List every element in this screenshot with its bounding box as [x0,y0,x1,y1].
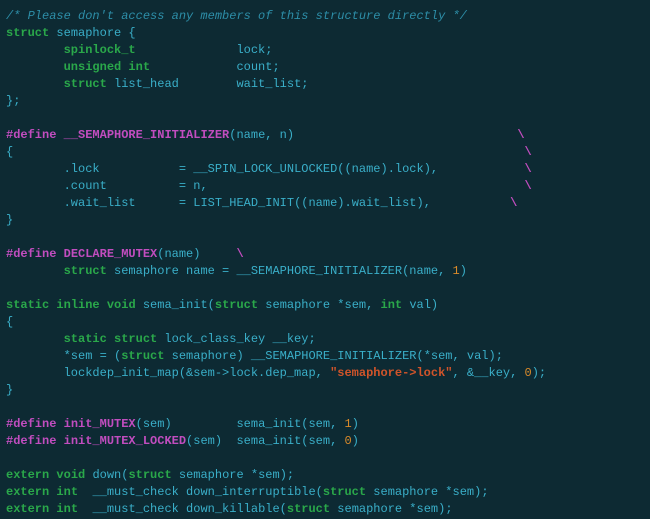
keyword-struct: struct [128,468,171,482]
brace: } [6,213,13,227]
punct: ) [460,264,467,278]
punct: ( [208,298,215,312]
punct: ; [272,60,279,74]
string: "semaphore->lock" [330,366,452,380]
identifier: semaphore [56,26,121,40]
keyword-struct: struct [323,485,366,499]
text: , &__key, [452,366,524,380]
args: (sem) [136,417,172,431]
field: wait_list [236,77,301,91]
text: down( [92,468,128,482]
number: 0 [345,434,352,448]
text: semaphore *sem); [330,502,452,516]
keyword-struct: struct [6,26,49,40]
brace: { [6,145,13,159]
keyword-struct: struct [64,264,107,278]
type: unsigned int [64,60,150,74]
args: (name, [402,264,452,278]
brace: } [6,383,13,397]
macro-call: LIST_HEAD_INIT [193,196,294,210]
keyword: static struct [64,332,158,346]
keyword: static [6,298,49,312]
text: semaphore *sem); [172,468,294,482]
value: n, [193,179,207,193]
text: semaphore name = [114,264,236,278]
keyword: int [56,485,78,499]
macro-call: __SEMAPHORE_INITIALIZER [236,264,402,278]
text: *sem = ( [64,349,122,363]
keyword: extern [6,468,49,482]
text: __must_check down_killable( [92,502,286,516]
punct: ) [352,434,359,448]
keyword-struct: struct [215,298,258,312]
type: spinlock_t [64,43,136,57]
text: semaphore *sem, [258,298,380,312]
type: list_head [114,77,179,91]
text: sema_init(sem, [236,417,344,431]
text: val) [402,298,438,312]
member: .count [64,179,107,193]
punct: ) [352,417,359,431]
text: semaphore *sem); [366,485,488,499]
number: 1 [345,417,352,431]
line-continuation: \ [525,162,532,176]
function-name: sema_init [143,298,208,312]
eq: = [179,196,186,210]
field: count [236,60,272,74]
text: lock_class_key __key; [157,332,315,346]
preproc: #define [6,128,56,142]
text: __must_check down_interruptible( [92,485,322,499]
macro: init_MUTEX_LOCKED [64,434,186,448]
comment: /* Please don't access any members of th… [6,9,467,23]
line-continuation: \ [525,145,532,159]
macro-call: __SPIN_LOCK_UNLOCKED [193,162,337,176]
preproc: #define [6,417,56,431]
keyword: void [56,468,85,482]
punct: { [121,26,135,40]
number: 1 [453,264,460,278]
preproc: #define [6,247,56,261]
eq: = [179,179,186,193]
punct: ); [532,366,546,380]
args: (*sem, val); [417,349,503,363]
preproc: #define [6,434,56,448]
punct: }; [6,94,20,108]
eq: = [179,162,186,176]
line-continuation: \ [510,196,517,210]
macro: DECLARE_MUTEX [64,247,158,261]
text: sema_init(sem, [236,434,344,448]
brace: { [6,315,13,329]
member: .wait_list [64,196,136,210]
line-continuation: \ [236,247,243,261]
keyword-struct: struct [121,349,164,363]
line-continuation: \ [517,128,524,142]
args: (name) [157,247,200,261]
member: .lock [64,162,100,176]
keyword: extern [6,485,49,499]
keyword-struct: struct [287,502,330,516]
keyword-struct: struct [64,77,107,91]
line-continuation: \ [525,179,532,193]
punct: ; [265,43,272,57]
args: (sem) [186,434,222,448]
args: ((name).wait_list), [294,196,431,210]
macro-call: __SEMAPHORE_INITIALIZER [251,349,417,363]
keyword: extern [6,502,49,516]
keyword: void [107,298,136,312]
punct: ; [301,77,308,91]
code-block: /* Please don't access any members of th… [0,0,650,519]
macro: __SEMAPHORE_INITIALIZER [64,128,230,142]
field: lock [236,43,265,57]
args: ((name).lock), [337,162,438,176]
keyword: int [56,502,78,516]
text: semaphore) [164,349,250,363]
keyword: int [381,298,403,312]
keyword: inline [56,298,99,312]
text: lockdep_init_map(&sem->lock.dep_map, [64,366,330,380]
number: 0 [525,366,532,380]
args: (name, n) [229,128,294,142]
macro: init_MUTEX [64,417,136,431]
